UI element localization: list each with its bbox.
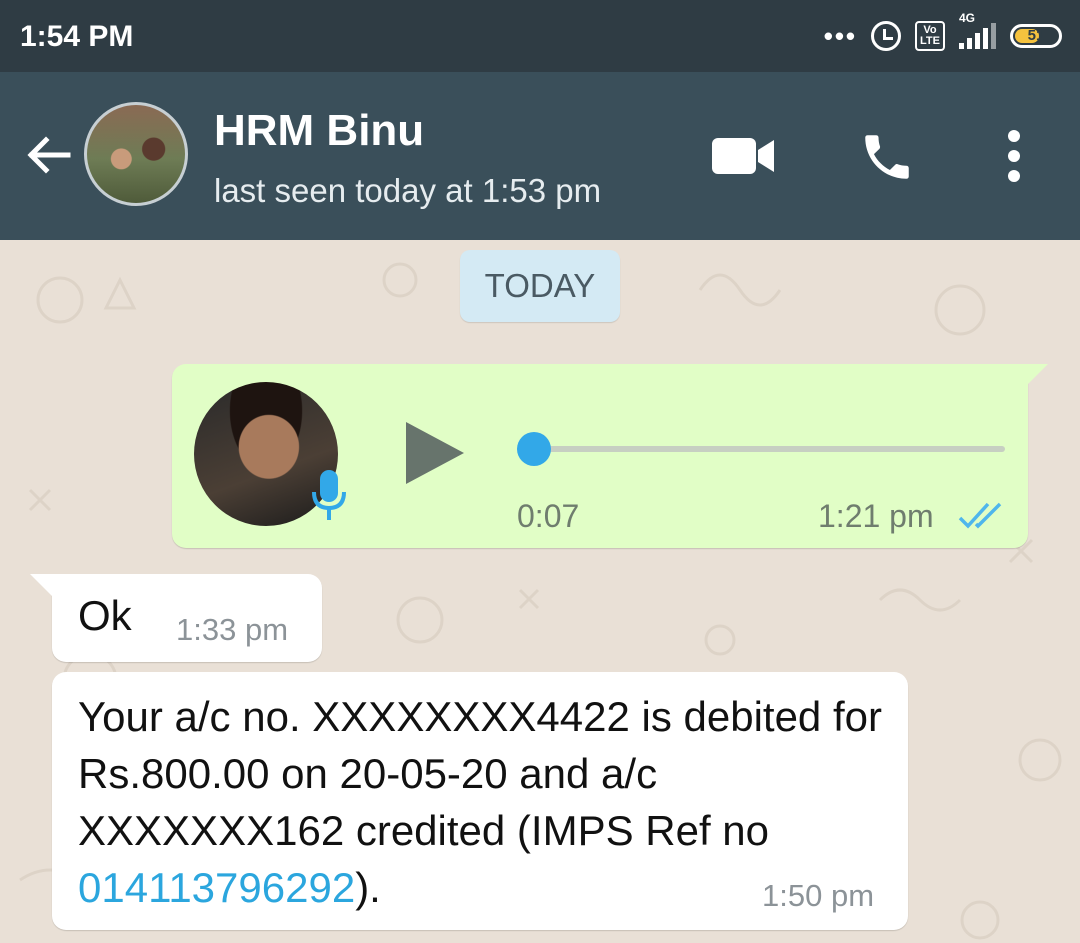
message-text-part: ). <box>355 864 381 911</box>
incoming-message-bubble[interactable]: Your a/c no. XXXXXXXX4422 is debited for… <box>52 672 908 930</box>
volte-icon: Vo LTE <box>915 21 945 51</box>
back-arrow-icon[interactable] <box>22 128 76 182</box>
audio-seek-handle[interactable] <box>517 432 551 466</box>
voice-duration: 0:07 <box>517 498 580 534</box>
chat-header: HRM Binu last seen today at 1:53 pm <box>0 72 1080 240</box>
status-icons: ••• Vo LTE 4G 51 <box>823 11 1062 56</box>
more-notifications-icon: ••• <box>823 20 858 51</box>
play-icon[interactable] <box>404 420 466 486</box>
read-receipt-icon <box>958 502 1002 529</box>
audio-seek-track[interactable] <box>517 446 1005 452</box>
message-time: 1:21 pm <box>818 498 934 534</box>
signal-icon: 4G <box>959 11 996 49</box>
message-time: 1:50 pm <box>762 878 875 913</box>
volte-bottom: LTE <box>920 35 940 47</box>
status-time: 1:54 PM <box>20 20 134 53</box>
network-type: 4G <box>959 11 976 25</box>
phone-icon[interactable] <box>858 128 916 186</box>
message-text: Ok <box>78 592 132 639</box>
microphone-icon <box>312 470 346 520</box>
more-vert-icon[interactable] <box>1002 128 1026 184</box>
message-text-part: Your a/c no. XXXXXXXX4422 is debited for… <box>78 693 882 854</box>
message-time: 1:33 pm <box>176 612 289 647</box>
video-call-icon[interactable] <box>712 136 776 176</box>
alarm-icon <box>871 21 902 51</box>
battery-icon: 51 <box>1010 24 1062 48</box>
status-bar: 1:54 PM ••• Vo LTE 4G 51 <box>0 0 1080 72</box>
contact-name[interactable]: HRM Binu <box>214 106 424 156</box>
incoming-message-bubble[interactable]: Ok 1:33 pm <box>30 574 322 662</box>
battery-level: 51 <box>1027 27 1045 44</box>
voice-message-bubble[interactable]: 0:07 1:21 pm <box>172 364 1048 548</box>
last-seen-status: last seen today at 1:53 pm <box>214 172 602 209</box>
reference-number-link[interactable]: 014113796292 <box>78 864 355 911</box>
contact-avatar[interactable] <box>84 102 188 206</box>
date-divider: TODAY <box>460 250 620 322</box>
